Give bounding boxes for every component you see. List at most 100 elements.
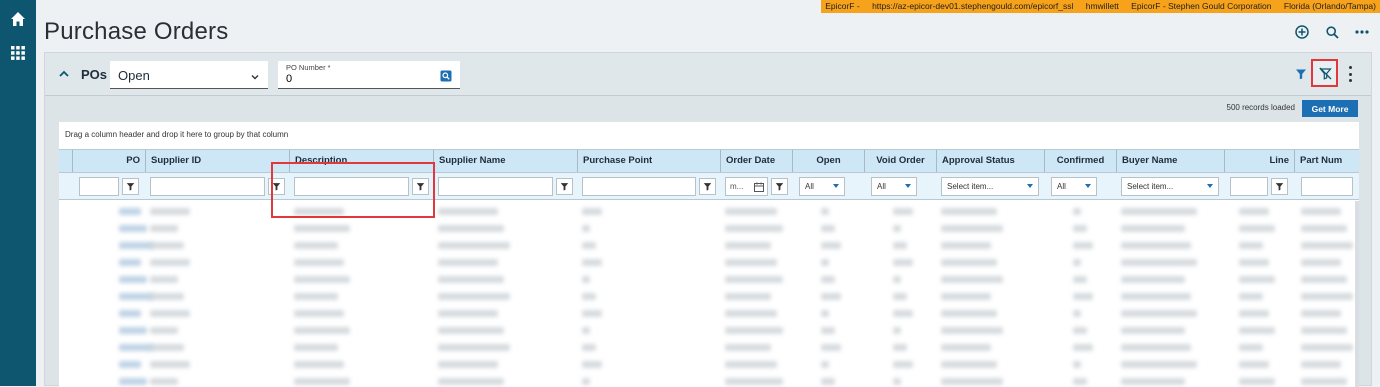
grid-scrollbar[interactable] xyxy=(1355,201,1359,387)
redacted-cell xyxy=(119,208,141,215)
table-row[interactable] xyxy=(59,221,1359,237)
chevron-up-icon[interactable] xyxy=(57,67,71,81)
column-header-part-num[interactable]: Part Num xyxy=(1295,150,1359,172)
filter-icon[interactable] xyxy=(412,178,429,195)
redacted-cell xyxy=(725,378,783,385)
po-number-field[interactable]: PO Number * 0 xyxy=(278,61,460,89)
redacted-cell xyxy=(150,276,178,283)
redacted-cell xyxy=(821,361,829,368)
table-row[interactable] xyxy=(59,272,1359,288)
filter-dropdown-void-order[interactable]: All xyxy=(871,177,917,196)
redacted-cell xyxy=(893,361,913,368)
home-icon[interactable] xyxy=(9,10,27,28)
group-by-hint[interactable]: Drag a column header and drop it here to… xyxy=(65,130,288,139)
redacted-cell xyxy=(821,310,829,317)
redacted-cell xyxy=(438,242,510,249)
more-horizontal-icon[interactable] xyxy=(1354,24,1370,40)
redacted-cell xyxy=(1301,378,1347,385)
table-row[interactable] xyxy=(59,323,1359,339)
status-select[interactable]: Open xyxy=(110,61,268,89)
filter-icon[interactable] xyxy=(556,178,573,195)
redacted-cell xyxy=(438,208,498,215)
table-row[interactable] xyxy=(59,289,1359,305)
redacted-cell xyxy=(821,276,835,283)
column-header-description[interactable]: Description xyxy=(290,150,434,172)
table-row[interactable] xyxy=(59,255,1359,271)
column-header-po[interactable]: PO xyxy=(73,150,146,172)
po-grid: Drag a column header and drop it here to… xyxy=(59,122,1359,387)
dropdown-arrow-icon xyxy=(905,184,911,188)
grid-body xyxy=(59,201,1359,387)
filter-input-order-date[interactable]: m... xyxy=(725,177,768,196)
column-header-open[interactable]: Open xyxy=(793,150,865,172)
redacted-cell xyxy=(150,361,190,368)
column-header-void-order[interactable]: Void Order xyxy=(865,150,937,172)
redacted-cell xyxy=(893,225,901,232)
redacted-cell xyxy=(821,242,841,249)
pos-panel: POs Open PO Number * 0 500 records loade… xyxy=(44,52,1372,387)
filter-input-purchase-point[interactable] xyxy=(582,177,696,196)
calendar-icon[interactable] xyxy=(754,181,764,198)
filter-dropdown-confirmed[interactable]: All xyxy=(1051,177,1097,196)
column-header-purchase-point[interactable]: Purchase Point xyxy=(578,150,721,172)
redacted-cell xyxy=(1301,242,1353,249)
filter-open-value: All xyxy=(805,182,814,191)
redacted-cell xyxy=(821,327,835,334)
table-row[interactable] xyxy=(59,374,1359,387)
table-row[interactable] xyxy=(59,306,1359,322)
filter-icon[interactable] xyxy=(699,178,716,195)
redacted-cell xyxy=(582,276,590,283)
redacted-cell xyxy=(725,259,777,266)
table-row[interactable] xyxy=(59,357,1359,373)
filter-icon[interactable] xyxy=(1271,178,1288,195)
filter-icon[interactable] xyxy=(1295,67,1307,80)
add-circle-icon[interactable] xyxy=(1294,24,1310,40)
redacted-cell xyxy=(150,225,178,232)
column-header-approval-status[interactable]: Approval Status xyxy=(937,150,1045,172)
column-header-buyer-name[interactable]: Buyer Name xyxy=(1117,150,1225,172)
column-header-supplier-name[interactable]: Supplier Name xyxy=(434,150,578,172)
filter-input-supplier-id[interactable] xyxy=(150,177,265,196)
redacted-cell xyxy=(1301,208,1341,215)
clear-filter-button[interactable] xyxy=(1311,59,1338,87)
filter-dropdown-approval-status[interactable]: Select item... xyxy=(941,177,1039,196)
redacted-cell xyxy=(294,242,338,249)
panel-header: POs Open PO Number * 0 xyxy=(45,53,1371,96)
search-icon[interactable] xyxy=(1324,24,1340,40)
filter-cell-purchase-point xyxy=(582,177,719,196)
filter-icon[interactable] xyxy=(268,178,285,195)
table-row[interactable] xyxy=(59,340,1359,356)
filter-input-part-num[interactable] xyxy=(1301,177,1353,196)
column-header-confirmed[interactable]: Confirmed xyxy=(1045,150,1117,172)
redacted-cell xyxy=(150,378,178,385)
table-row[interactable] xyxy=(59,204,1359,220)
filter-input-line[interactable] xyxy=(1230,177,1268,196)
table-row[interactable] xyxy=(59,238,1359,254)
status-select-value: Open xyxy=(118,68,150,83)
more-vertical-icon[interactable] xyxy=(1346,66,1354,82)
search-box-icon[interactable] xyxy=(440,69,452,82)
filter-dropdown-open[interactable]: All xyxy=(799,177,845,196)
filter-input-supplier-name[interactable] xyxy=(438,177,553,196)
filter-input-description[interactable] xyxy=(294,177,409,196)
filter-dropdown-buyer-name[interactable]: Select item... xyxy=(1121,177,1219,196)
column-header-order-date[interactable]: Order Date xyxy=(721,150,793,172)
date-placeholder: m... xyxy=(730,182,744,191)
column-header-supplier-id[interactable]: Supplier ID xyxy=(146,150,290,172)
redacted-cell xyxy=(1301,344,1353,351)
filter-icon[interactable] xyxy=(771,178,788,195)
redacted-cell xyxy=(941,259,997,266)
get-more-button[interactable]: Get More xyxy=(1302,100,1358,117)
env-app: EpicorF - xyxy=(825,1,860,11)
filter-icon[interactable] xyxy=(122,178,139,195)
column-header-line[interactable]: Line xyxy=(1225,150,1295,172)
po-number-label: PO Number * xyxy=(286,63,331,72)
redacted-cell xyxy=(893,378,901,385)
redacted-cell xyxy=(1239,361,1269,368)
redacted-cell xyxy=(725,310,777,317)
apps-grid-icon[interactable] xyxy=(9,44,27,62)
redacted-cell xyxy=(150,208,190,215)
redacted-cell xyxy=(582,259,602,266)
filter-input-po[interactable] xyxy=(79,177,119,196)
redacted-cell xyxy=(1239,327,1275,334)
